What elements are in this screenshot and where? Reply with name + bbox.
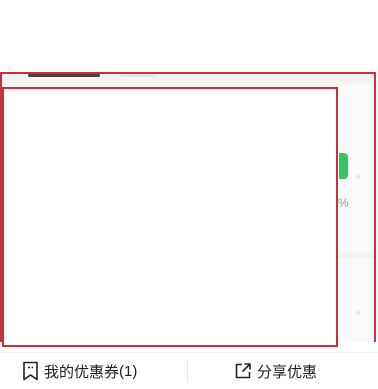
external-share-icon <box>234 362 257 380</box>
coupon-popup-panel <box>2 87 338 347</box>
background-green-button <box>339 153 348 179</box>
bookmark-coupon-icon <box>22 361 44 381</box>
share-offer-label: 分享优惠 <box>257 363 318 381</box>
my-coupons-label: 我的优惠券 <box>44 363 120 381</box>
background-tab-indicator-inactive <box>120 74 156 77</box>
background-card-lower <box>338 258 374 342</box>
background-dot <box>356 174 361 179</box>
my-coupons-button[interactable]: 我的优惠券 (1) <box>22 353 137 389</box>
top-blank-area <box>0 0 378 73</box>
background-percent-text: % <box>338 196 349 210</box>
background-tab-indicator <box>28 74 100 77</box>
my-coupons-count: (1) <box>119 362 138 380</box>
bottom-action-bar: 我的优惠券 (1) 分享优惠 <box>0 352 378 389</box>
bottom-bar-divider <box>187 360 188 382</box>
share-offer-button[interactable]: 分享优惠 <box>234 353 317 389</box>
background-dot <box>356 310 361 315</box>
